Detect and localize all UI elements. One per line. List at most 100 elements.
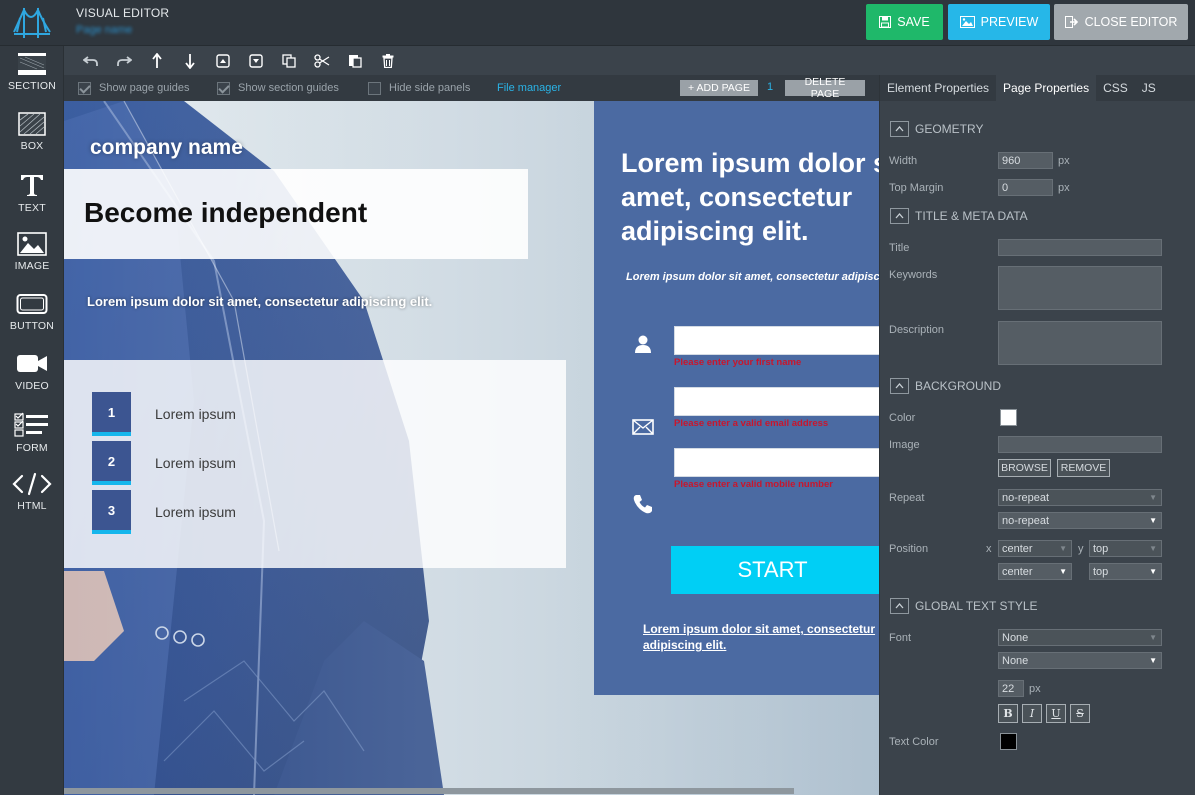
mobile-input[interactable] [674, 448, 879, 477]
expand-icon[interactable] [239, 46, 272, 75]
page-number-link[interactable]: 1 [767, 81, 773, 93]
sidebar-label-form: FORM [16, 442, 48, 454]
position-x-select[interactable]: center ▼ [998, 563, 1072, 580]
italic-button[interactable]: I [1022, 704, 1042, 723]
move-up-icon[interactable] [140, 46, 173, 75]
meta-section-header[interactable]: TITLE & META DATA [890, 208, 1028, 224]
envelope-icon [632, 419, 654, 435]
show-page-guides-checkbox[interactable] [78, 81, 91, 95]
list-item[interactable]: 3 Lorem ipsum [92, 490, 236, 534]
position-x-select[interactable]: center ▼ [998, 540, 1072, 557]
collapse-chevron-icon[interactable] [890, 121, 909, 137]
sidebar-item-text[interactable]: TEXT [0, 166, 64, 224]
undo-icon[interactable] [74, 46, 107, 75]
bg-image-input[interactable] [998, 436, 1162, 453]
show-page-guides-toggle[interactable]: Show page guides [78, 81, 190, 95]
close-editor-button[interactable]: CLOSE EDITOR [1054, 4, 1188, 40]
show-section-guides-toggle[interactable]: Show section guides [217, 81, 339, 95]
sidebar-label-video: VIDEO [15, 380, 49, 392]
top-margin-input[interactable]: 0 [998, 179, 1053, 196]
collapse-chevron-icon[interactable] [890, 378, 909, 394]
chevron-down-icon: ▼ [1059, 544, 1067, 553]
underline-button[interactable]: U [1046, 704, 1066, 723]
sidebar-item-button[interactable]: BUTTON [0, 286, 64, 344]
cut-icon[interactable] [305, 46, 338, 75]
description-textarea[interactable] [998, 321, 1162, 365]
sidebar-label-text: TEXT [18, 202, 46, 214]
font-select[interactable]: None ▼ [998, 629, 1162, 646]
strikethrough-button[interactable]: S [1070, 704, 1090, 723]
list-item[interactable]: 1 Lorem ipsum [92, 392, 236, 436]
sidebar-item-form[interactable]: FORM [0, 406, 64, 464]
headline-box[interactable]: Become independent [64, 169, 528, 259]
paste-icon[interactable] [338, 46, 371, 75]
form-footer-link[interactable]: Lorem ipsum dolor sit amet, consectetur … [643, 621, 875, 653]
start-button[interactable]: START [671, 546, 879, 594]
browse-button[interactable]: BROWSE [998, 459, 1051, 477]
properties-tabs: Element Properties Page Properties CSS J… [880, 75, 1195, 101]
page-name-subtitle: Page name [76, 24, 133, 36]
position-x-label: x [986, 543, 992, 555]
redo-icon[interactable] [107, 46, 140, 75]
tab-js[interactable]: JS [1135, 75, 1163, 101]
feature-list-box[interactable]: 1 Lorem ipsum 2 Lorem ipsum 3 Lorem ipsu… [64, 360, 566, 568]
font-select[interactable]: None ▼ [998, 652, 1162, 669]
background-section-header[interactable]: BACKGROUND [890, 378, 1001, 394]
form-subtitle[interactable]: Lorem ipsum dolor sit amet, consectetur … [626, 271, 879, 283]
chevron-down-icon: ▼ [1149, 516, 1157, 525]
text-style-section-header[interactable]: GLOBAL TEXT STYLE [890, 598, 1038, 614]
copy-icon[interactable] [272, 46, 305, 75]
title-input[interactable] [998, 239, 1162, 256]
sidebar-item-box[interactable]: BOX [0, 106, 64, 164]
delete-icon[interactable] [371, 46, 404, 75]
delete-page-button[interactable]: DELETE PAGE [785, 76, 865, 100]
tab-page-properties[interactable]: Page Properties [996, 75, 1097, 101]
first-name-input[interactable] [674, 326, 879, 355]
sidebar-item-section[interactable]: SECTION [0, 46, 64, 104]
remove-button[interactable]: REMOVE [1057, 459, 1110, 477]
width-input[interactable]: 960 [998, 152, 1053, 169]
box-icon [18, 112, 46, 136]
bg-color-swatch[interactable] [1000, 409, 1017, 426]
file-manager-link[interactable]: File manager [497, 82, 561, 94]
list-item[interactable]: 2 Lorem ipsum [92, 441, 236, 485]
preview-button[interactable]: PREVIEW [948, 4, 1050, 40]
sidebar-item-html[interactable]: HTML [0, 466, 64, 524]
geometry-section-header[interactable]: GEOMETRY [890, 121, 983, 137]
font-size-unit: px [1029, 683, 1041, 695]
repeat-select-value: no-repeat [1002, 491, 1050, 504]
email-input[interactable] [674, 387, 879, 416]
repeat-select[interactable]: no-repeat ▼ [998, 512, 1162, 529]
company-name-text[interactable]: company name [90, 136, 243, 160]
text-color-swatch[interactable] [1000, 733, 1017, 750]
keywords-textarea[interactable] [998, 266, 1162, 310]
hide-side-panels-toggle[interactable]: Hide side panels [368, 81, 470, 95]
collapse-chevron-icon[interactable] [890, 598, 909, 614]
show-section-guides-checkbox[interactable] [217, 81, 230, 95]
position-y-select[interactable]: top ▼ [1089, 540, 1162, 557]
hide-side-panels-checkbox[interactable] [368, 81, 381, 95]
horizontal-scrollbar[interactable] [64, 788, 794, 794]
subline-text[interactable]: Lorem ipsum dolor sit amet, consectetur … [87, 294, 432, 309]
sidebar-item-video[interactable]: VIDEO [0, 346, 64, 404]
move-down-icon[interactable] [173, 46, 206, 75]
headline-text[interactable]: Become independent [84, 197, 367, 229]
tab-css[interactable]: CSS [1096, 75, 1135, 101]
signup-form-panel[interactable]: Lorem ipsum dolor sit amet, consectetur … [594, 101, 879, 695]
position-y-select[interactable]: top ▼ [1089, 563, 1162, 580]
collapse-icon[interactable] [206, 46, 239, 75]
font-size-input[interactable]: 22 [998, 680, 1024, 697]
collapse-chevron-icon[interactable] [890, 208, 909, 224]
position-label: Position [889, 543, 929, 555]
geometry-heading: GEOMETRY [915, 122, 984, 136]
form-title[interactable]: Lorem ipsum dolor sit amet, consectetur … [621, 146, 879, 248]
text-style-heading: GLOBAL TEXT STYLE [915, 599, 1038, 613]
tab-element-properties[interactable]: Element Properties [880, 75, 996, 101]
sidebar-item-image[interactable]: IMAGE [0, 226, 64, 284]
description-label: Description [889, 324, 945, 336]
bold-button[interactable]: B [998, 704, 1018, 723]
repeat-select[interactable]: no-repeat ▼ [998, 489, 1162, 506]
page-canvas[interactable]: company name Become independent Lorem ip… [64, 101, 879, 795]
save-button[interactable]: SAVE [866, 4, 943, 40]
add-page-button[interactable]: + ADD PAGE [680, 80, 758, 96]
